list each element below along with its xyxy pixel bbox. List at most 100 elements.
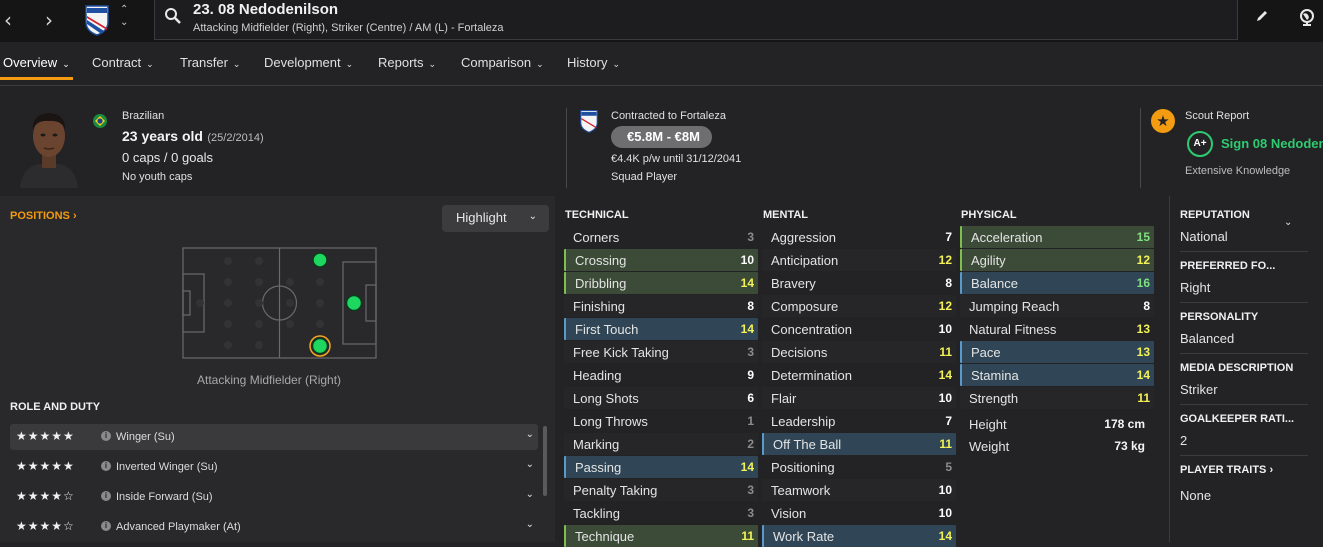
attribute-row[interactable]: Marking 2 xyxy=(564,433,758,455)
info-icon[interactable]: i xyxy=(101,491,111,501)
info-icon[interactable]: i xyxy=(101,521,111,531)
attribute-row[interactable]: First Touch 14 xyxy=(564,318,758,340)
attribute-row[interactable]: Technique 11 xyxy=(564,525,758,547)
attribute-name: First Touch xyxy=(575,322,639,337)
attribute-row[interactable]: Tackling 3 xyxy=(564,502,758,524)
chevron-down-icon[interactable]: ⌄ xyxy=(526,489,534,500)
chevron-down-icon[interactable]: ⌄ xyxy=(526,429,534,440)
attribute-row[interactable]: Bravery 8 xyxy=(762,272,956,294)
attribute-value: 11 xyxy=(939,437,952,451)
attribute-row[interactable]: Strength 11 xyxy=(960,387,1154,409)
attribute-row[interactable]: Balance 16 xyxy=(960,272,1154,294)
attribute-value: 10 xyxy=(938,391,952,405)
edit-icon[interactable] xyxy=(1255,9,1269,23)
attribute-row[interactable]: Natural Fitness 13 xyxy=(960,318,1154,340)
personality-title: PERSONALITY xyxy=(1180,311,1259,323)
tab-transfer[interactable]: Transfer ⌄ xyxy=(180,55,240,70)
info-icon[interactable]: i xyxy=(101,461,111,471)
attribute-value: 14 xyxy=(740,322,754,336)
highlight-dropdown[interactable]: Highlight ⌄ xyxy=(442,205,549,232)
attribute-value: 12 xyxy=(1136,253,1150,267)
positions-link[interactable]: POSITIONS › xyxy=(10,210,77,222)
weight-label: Weight xyxy=(969,439,1010,454)
attribute-value: 1 xyxy=(747,414,754,428)
attribute-row[interactable]: Teamwork 10 xyxy=(762,479,956,501)
role-row[interactable]: ★★★★☆ i Advanced Playmaker (At) ⌄ xyxy=(10,514,538,540)
player-info-strip: Brazilian 23 years old (25/2/2014) 0 cap… xyxy=(0,88,1323,196)
attribute-row[interactable]: Composure 12 xyxy=(762,295,956,317)
attribute-name: Vision xyxy=(771,506,807,521)
attribute-row[interactable]: Agility 12 xyxy=(960,249,1154,271)
attribute-row[interactable]: Anticipation 12 xyxy=(762,249,956,271)
youth-caps: No youth caps xyxy=(122,171,193,183)
attribute-row[interactable]: Determination 14 xyxy=(762,364,956,386)
attribute-row[interactable]: Long Throws 1 xyxy=(564,410,758,432)
attribute-name: Aggression xyxy=(771,230,837,245)
attribute-value: 3 xyxy=(747,345,754,359)
attribute-row[interactable]: Pace 13 xyxy=(960,341,1154,363)
tab-development[interactable]: Development ⌄ xyxy=(264,55,353,70)
attribute-row[interactable]: Crossing 10 xyxy=(564,249,758,271)
attribute-name: Long Shots xyxy=(573,391,639,406)
attribute-name: Passing xyxy=(575,460,622,475)
attribute-row[interactable]: Stamina 14 xyxy=(960,364,1154,386)
attribute-row[interactable]: Dribbling 14 xyxy=(564,272,758,294)
role-row[interactable]: ★★★★★ i Winger (Su) ⌄ xyxy=(10,424,538,450)
scout-report-title[interactable]: Scout Report xyxy=(1185,110,1249,122)
attribute-row[interactable]: Acceleration 15 xyxy=(960,226,1154,248)
role-row[interactable]: ★★★★☆ i Inside Forward (Su) ⌄ xyxy=(10,484,538,510)
attribute-row[interactable]: Corners 3 xyxy=(564,226,758,248)
globe-icon[interactable] xyxy=(1298,8,1316,26)
attribute-row[interactable]: Heading 9 xyxy=(564,364,758,386)
attribute-row[interactable]: Finishing 8 xyxy=(564,295,758,317)
chevron-down-icon[interactable]: ⌄ xyxy=(526,519,534,530)
chevron-down-icon[interactable]: ⌄ xyxy=(1284,217,1292,228)
preferred-foot-value: Right xyxy=(1180,280,1211,295)
attribute-row[interactable]: Passing 14 xyxy=(564,456,758,478)
attribute-row[interactable]: Flair 10 xyxy=(762,387,956,409)
chevron-down-icon[interactable]: ⌄ xyxy=(526,459,534,470)
attribute-row[interactable]: Work Rate 14 xyxy=(762,525,956,547)
attribute-value: 10 xyxy=(938,483,952,497)
attribute-value: 3 xyxy=(747,483,754,497)
attribute-row[interactable]: Concentration 10 xyxy=(762,318,956,340)
scout-grade: A+ xyxy=(1187,131,1213,157)
attribute-value: 14 xyxy=(740,276,754,290)
attribute-value: 15 xyxy=(1136,230,1150,244)
attribute-row[interactable]: Aggression 7 xyxy=(762,226,956,248)
info-icon[interactable]: i xyxy=(101,431,111,441)
attribute-row[interactable]: Decisions 11 xyxy=(762,341,956,363)
search-icon[interactable] xyxy=(164,7,182,25)
attribute-row[interactable]: Off The Ball 11 xyxy=(762,433,956,455)
attribute-name: Finishing xyxy=(573,299,626,314)
star-rating: ★★★★☆ xyxy=(16,519,75,533)
tab-comparison[interactable]: Comparison ⌄ xyxy=(461,55,544,70)
attribute-row[interactable]: Free Kick Taking 3 xyxy=(564,341,758,363)
attribute-value: 8 xyxy=(945,276,952,290)
attribute-row[interactable]: Vision 10 xyxy=(762,502,956,524)
forward-arrow-icon[interactable]: › xyxy=(45,8,53,32)
attribute-row[interactable]: Penalty Taking 3 xyxy=(564,479,758,501)
attribute-row[interactable]: Jumping Reach 8 xyxy=(960,295,1154,317)
attribute-row[interactable]: Positioning 5 xyxy=(762,456,956,478)
role-name: Inverted Winger (Su) xyxy=(116,461,218,473)
club-crest-icon[interactable] xyxy=(84,4,110,36)
role-row[interactable]: ★★★★★ i Inverted Winger (Su) ⌄ xyxy=(10,454,538,480)
attribute-row[interactable]: Leadership 7 xyxy=(762,410,956,432)
back-arrow-icon[interactable]: ‹ xyxy=(4,8,12,32)
transfer-value-badge[interactable]: €5.8M - €8M xyxy=(611,126,712,148)
brazil-flag-icon xyxy=(93,114,107,128)
tab-overview[interactable]: Overview ⌄ xyxy=(3,55,70,70)
attribute-name: Pace xyxy=(971,345,1001,360)
roles-scrollbar[interactable] xyxy=(543,426,547,496)
attribute-value: 9 xyxy=(747,368,754,382)
position-marker xyxy=(345,294,363,312)
tab-reports[interactable]: Reports ⌄ xyxy=(378,55,436,70)
player-nav-stepper[interactable]: ⌃ ⌄ xyxy=(120,3,128,29)
tab-contract[interactable]: Contract ⌄ xyxy=(92,55,154,70)
attribute-name: Flair xyxy=(771,391,797,406)
attribute-row[interactable]: Long Shots 6 xyxy=(564,387,758,409)
active-tab-indicator xyxy=(0,77,73,80)
tab-history[interactable]: History ⌄ xyxy=(567,55,620,70)
player-traits-link[interactable]: PLAYER TRAITS › xyxy=(1180,464,1273,476)
